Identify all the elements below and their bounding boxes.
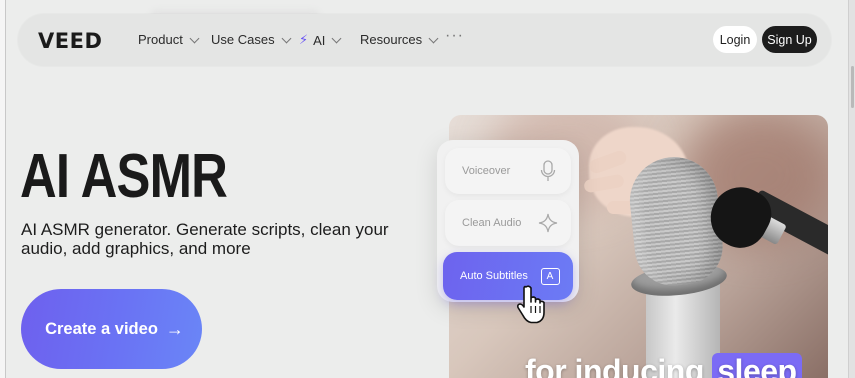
feature-auto-subtitles[interactable]: Auto Subtitles A bbox=[443, 252, 573, 300]
sign-up-button[interactable]: Sign Up bbox=[762, 26, 817, 53]
feature-voiceover[interactable]: Voiceover bbox=[445, 148, 571, 194]
nav-item-label: AI bbox=[313, 32, 326, 48]
nav-item-ai[interactable]: ⚡︎ AI bbox=[299, 32, 342, 48]
hand-pointer-cursor-icon bbox=[515, 284, 549, 324]
hero-subtitle: AI ASMR generator. Generate scripts, cle… bbox=[21, 220, 389, 258]
microphone-icon bbox=[537, 160, 559, 182]
nav-item-use-cases[interactable]: Use Cases bbox=[211, 32, 292, 47]
nav-item-label: Product bbox=[138, 32, 183, 47]
vertical-scrollbar[interactable] bbox=[848, 0, 855, 378]
nav-item-product[interactable]: Product bbox=[138, 32, 200, 47]
nav-item-label: Use Cases bbox=[211, 32, 275, 47]
video-caption: for inducing sleep bbox=[525, 353, 802, 378]
create-video-button[interactable]: Create a video → bbox=[21, 289, 202, 369]
scrollbar-thumb[interactable] bbox=[851, 66, 854, 108]
page-title: AI ASMR bbox=[20, 142, 228, 211]
feature-label: Clean Audio bbox=[462, 217, 522, 229]
more-menu-icon[interactable]: ··· bbox=[445, 27, 464, 45]
top-navigation-bar: VEED Product Use Cases ⚡︎ AI Resources ·… bbox=[18, 14, 831, 66]
feature-clean-audio[interactable]: Clean Audio bbox=[445, 200, 571, 246]
feature-label: Voiceover bbox=[462, 165, 511, 177]
arrow-right-icon: → bbox=[165, 318, 184, 339]
subtitle-icon-letter: A bbox=[540, 267, 560, 285]
nav-item-resources[interactable]: Resources bbox=[360, 32, 439, 47]
chevron-down-icon bbox=[331, 33, 342, 44]
chevron-down-icon bbox=[428, 33, 439, 43]
chevron-down-icon bbox=[281, 33, 292, 43]
cta-label: Create a video bbox=[45, 319, 158, 338]
lightning-icon: ⚡︎ bbox=[299, 32, 309, 47]
login-button[interactable]: Login bbox=[713, 26, 757, 53]
window-left-edge bbox=[0, 0, 6, 378]
nav-item-label: Resources bbox=[360, 32, 423, 47]
feature-label: Auto Subtitles bbox=[460, 270, 528, 282]
feature-card: Voiceover Clean Audio Auto Subtitles A bbox=[437, 140, 579, 302]
caption-text: for inducing bbox=[525, 353, 704, 378]
sparkle-icon bbox=[537, 212, 559, 234]
caption-highlight: sleep bbox=[712, 353, 802, 378]
chevron-down-icon bbox=[189, 33, 200, 43]
veed-logo[interactable]: VEED bbox=[38, 29, 102, 53]
